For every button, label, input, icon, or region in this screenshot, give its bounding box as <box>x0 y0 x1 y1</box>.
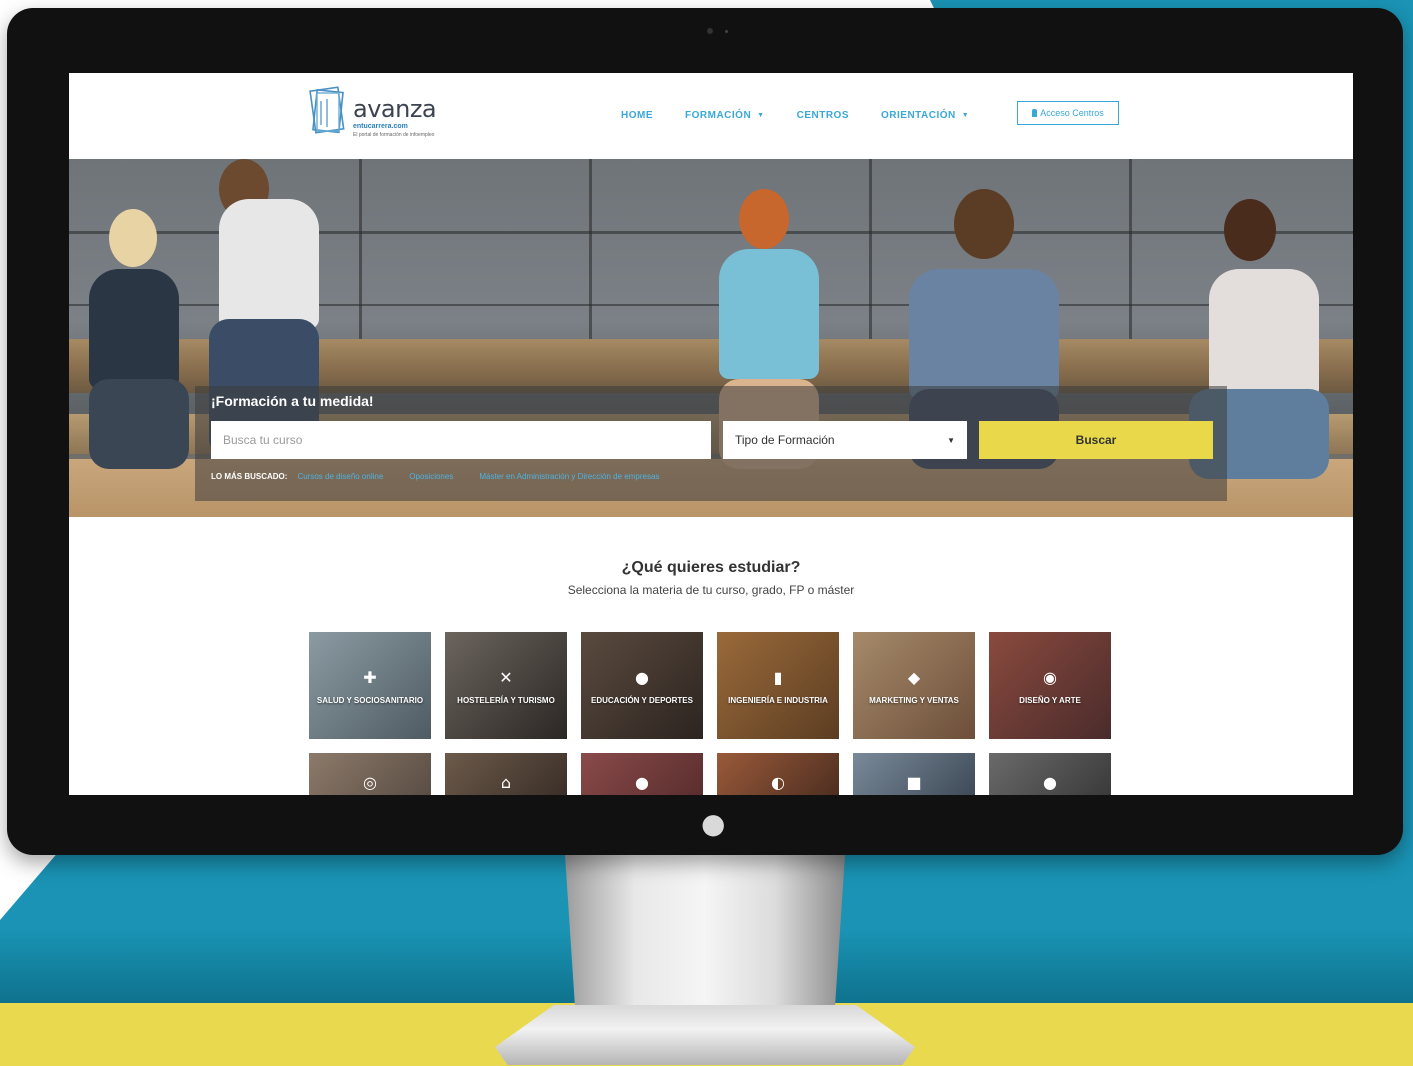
wall-seam <box>1129 159 1132 339</box>
category-tile[interactable]: ■ <box>853 753 975 795</box>
nav-centros-label: CENTROS <box>796 109 850 121</box>
stand-neck <box>565 855 845 1025</box>
logo-mark-icon <box>309 86 345 134</box>
category-tile-hosteleria[interactable]: ✕ HOSTELERÍA Y TURISMO <box>445 632 567 739</box>
caret-down-icon: ▼ <box>757 111 765 119</box>
student-photo <box>79 199 199 499</box>
monitor-frame: ● avanza entucarrera.com El portal de fo… <box>7 8 1403 855</box>
search-panel: ¡Formación a tu medida! Tipo de Formació… <box>195 386 1227 501</box>
popular-link[interactable]: Oposiciones <box>409 472 453 481</box>
nav-home-label: HOME <box>621 109 653 121</box>
camera <box>707 28 713 34</box>
medical-cross-icon: ✚ <box>363 668 377 688</box>
category-label: MARKETING Y VENTAS <box>869 695 959 705</box>
category-grid: ✚ SALUD Y SOCIOSANITARIO ✕ HOSTELERÍA Y … <box>309 632 1113 795</box>
nav-formacion[interactable]: FORMACIÓN ▼ <box>685 110 765 121</box>
search-button[interactable]: Buscar <box>979 421 1213 459</box>
stand-base <box>495 1005 915 1065</box>
category-tile[interactable]: ⌂ <box>445 753 567 795</box>
category-label: SALUD Y SOCIOSANITARIO <box>316 695 424 705</box>
briefcase-icon: ■ <box>906 773 922 792</box>
section-title: ¿Qué quieres estudiar? <box>621 559 801 576</box>
category-tile[interactable]: ● <box>989 753 1111 795</box>
popular-link[interactable]: Máster en Administración y Dirección de … <box>479 472 659 481</box>
chevron-down-icon: ▼ <box>947 435 955 445</box>
site-logo[interactable]: avanza entucarrera.com El portal de form… <box>307 85 507 145</box>
logo-tagline: El portal de formación de infoempleo <box>353 132 435 138</box>
popular-label: LO MÁS BUSCADO: <box>211 472 288 481</box>
price-tag-icon: ◆ <box>907 668 921 688</box>
category-tile[interactable]: ● <box>581 753 703 795</box>
nav-orientacion[interactable]: ORIENTACIÓN ▼ <box>881 110 969 121</box>
category-tile[interactable]: ◐ <box>717 753 839 795</box>
category-tile-ingenieria[interactable]: ▮ INGENIERÍA E INDUSTRIA <box>717 632 839 739</box>
logo-domain: entucarrera.com <box>353 123 408 130</box>
monitor-stand <box>495 855 915 1066</box>
product-mockup: ● avanza entucarrera.com El portal de fo… <box>0 0 1413 1066</box>
category-label: INGENIERÍA E INDUSTRIA <box>728 695 828 705</box>
wall-seam <box>869 159 872 339</box>
fork-knife-icon: ✕ <box>499 668 513 688</box>
globe-icon: ◎ <box>363 773 377 792</box>
site-header: avanza entucarrera.com El portal de form… <box>69 73 1353 159</box>
wall-seam <box>589 159 592 339</box>
category-label: EDUCACIÓN Y DEPORTES <box>591 695 693 705</box>
training-type-value: Tipo de Formación <box>735 433 835 447</box>
category-tile-marketing[interactable]: ◆ MARKETING Y VENTAS <box>853 632 975 739</box>
hero-title: ¡Formación a tu medida! <box>211 393 374 409</box>
nav-centros[interactable]: CENTROS <box>797 110 849 121</box>
camera-led <box>725 30 728 33</box>
wall-seam <box>359 159 362 339</box>
popular-link[interactable]: Cursos de diseño online <box>297 472 383 481</box>
factory-icon: ▮ <box>773 668 783 688</box>
category-tile-educacion[interactable]: ● EDUCACIÓN Y DEPORTES <box>581 632 703 739</box>
nav-orientacion-label: ORIENTACIÓN <box>881 109 956 121</box>
nav-formacion-label: FORMACIÓN <box>685 109 752 121</box>
access-centros-label: Acceso Centros <box>1040 108 1104 118</box>
training-type-select[interactable]: Tipo de Formación ▼ <box>723 421 967 459</box>
website-screen: avanza entucarrera.com El portal de form… <box>69 73 1353 795</box>
category-tile-salud[interactable]: ✚ SALUD Y SOCIOSANITARIO <box>309 632 431 739</box>
logo-name: avanza <box>353 95 437 123</box>
category-tile[interactable]: ◎ <box>309 753 431 795</box>
chat-icon: ● <box>1043 773 1057 792</box>
section-subtitle: Selecciona la materia de tu curso, grado… <box>567 583 855 597</box>
popular-searches: LO MÁS BUSCADO: Cursos de diseño online … <box>211 472 685 481</box>
user-icon <box>1032 109 1038 117</box>
course-search-input[interactable] <box>211 421 711 459</box>
caret-down-icon: ▼ <box>961 111 970 119</box>
glasses-icon: ◐ <box>771 773 785 792</box>
category-label: HOSTELERÍA Y TURISMO <box>457 695 555 705</box>
apple-logo-icon: ● <box>701 807 726 840</box>
house-icon: ⌂ <box>500 773 512 792</box>
main-nav: HOME FORMACIÓN ▼ CENTROS ORIENTACIÓN ▼ <box>621 105 1001 125</box>
person-icon: ● <box>635 773 649 792</box>
medal-icon: ● <box>635 668 649 688</box>
category-label: DISEÑO Y ARTE <box>1019 695 1081 705</box>
hero-banner: ¡Formación a tu medida! Tipo de Formació… <box>69 159 1353 517</box>
access-centros-button[interactable]: Acceso Centros <box>1017 101 1119 125</box>
nav-home[interactable]: HOME <box>621 110 653 121</box>
camera-icon: ◉ <box>1043 668 1057 688</box>
category-tile-diseno[interactable]: ◉ DISEÑO Y ARTE <box>989 632 1111 739</box>
